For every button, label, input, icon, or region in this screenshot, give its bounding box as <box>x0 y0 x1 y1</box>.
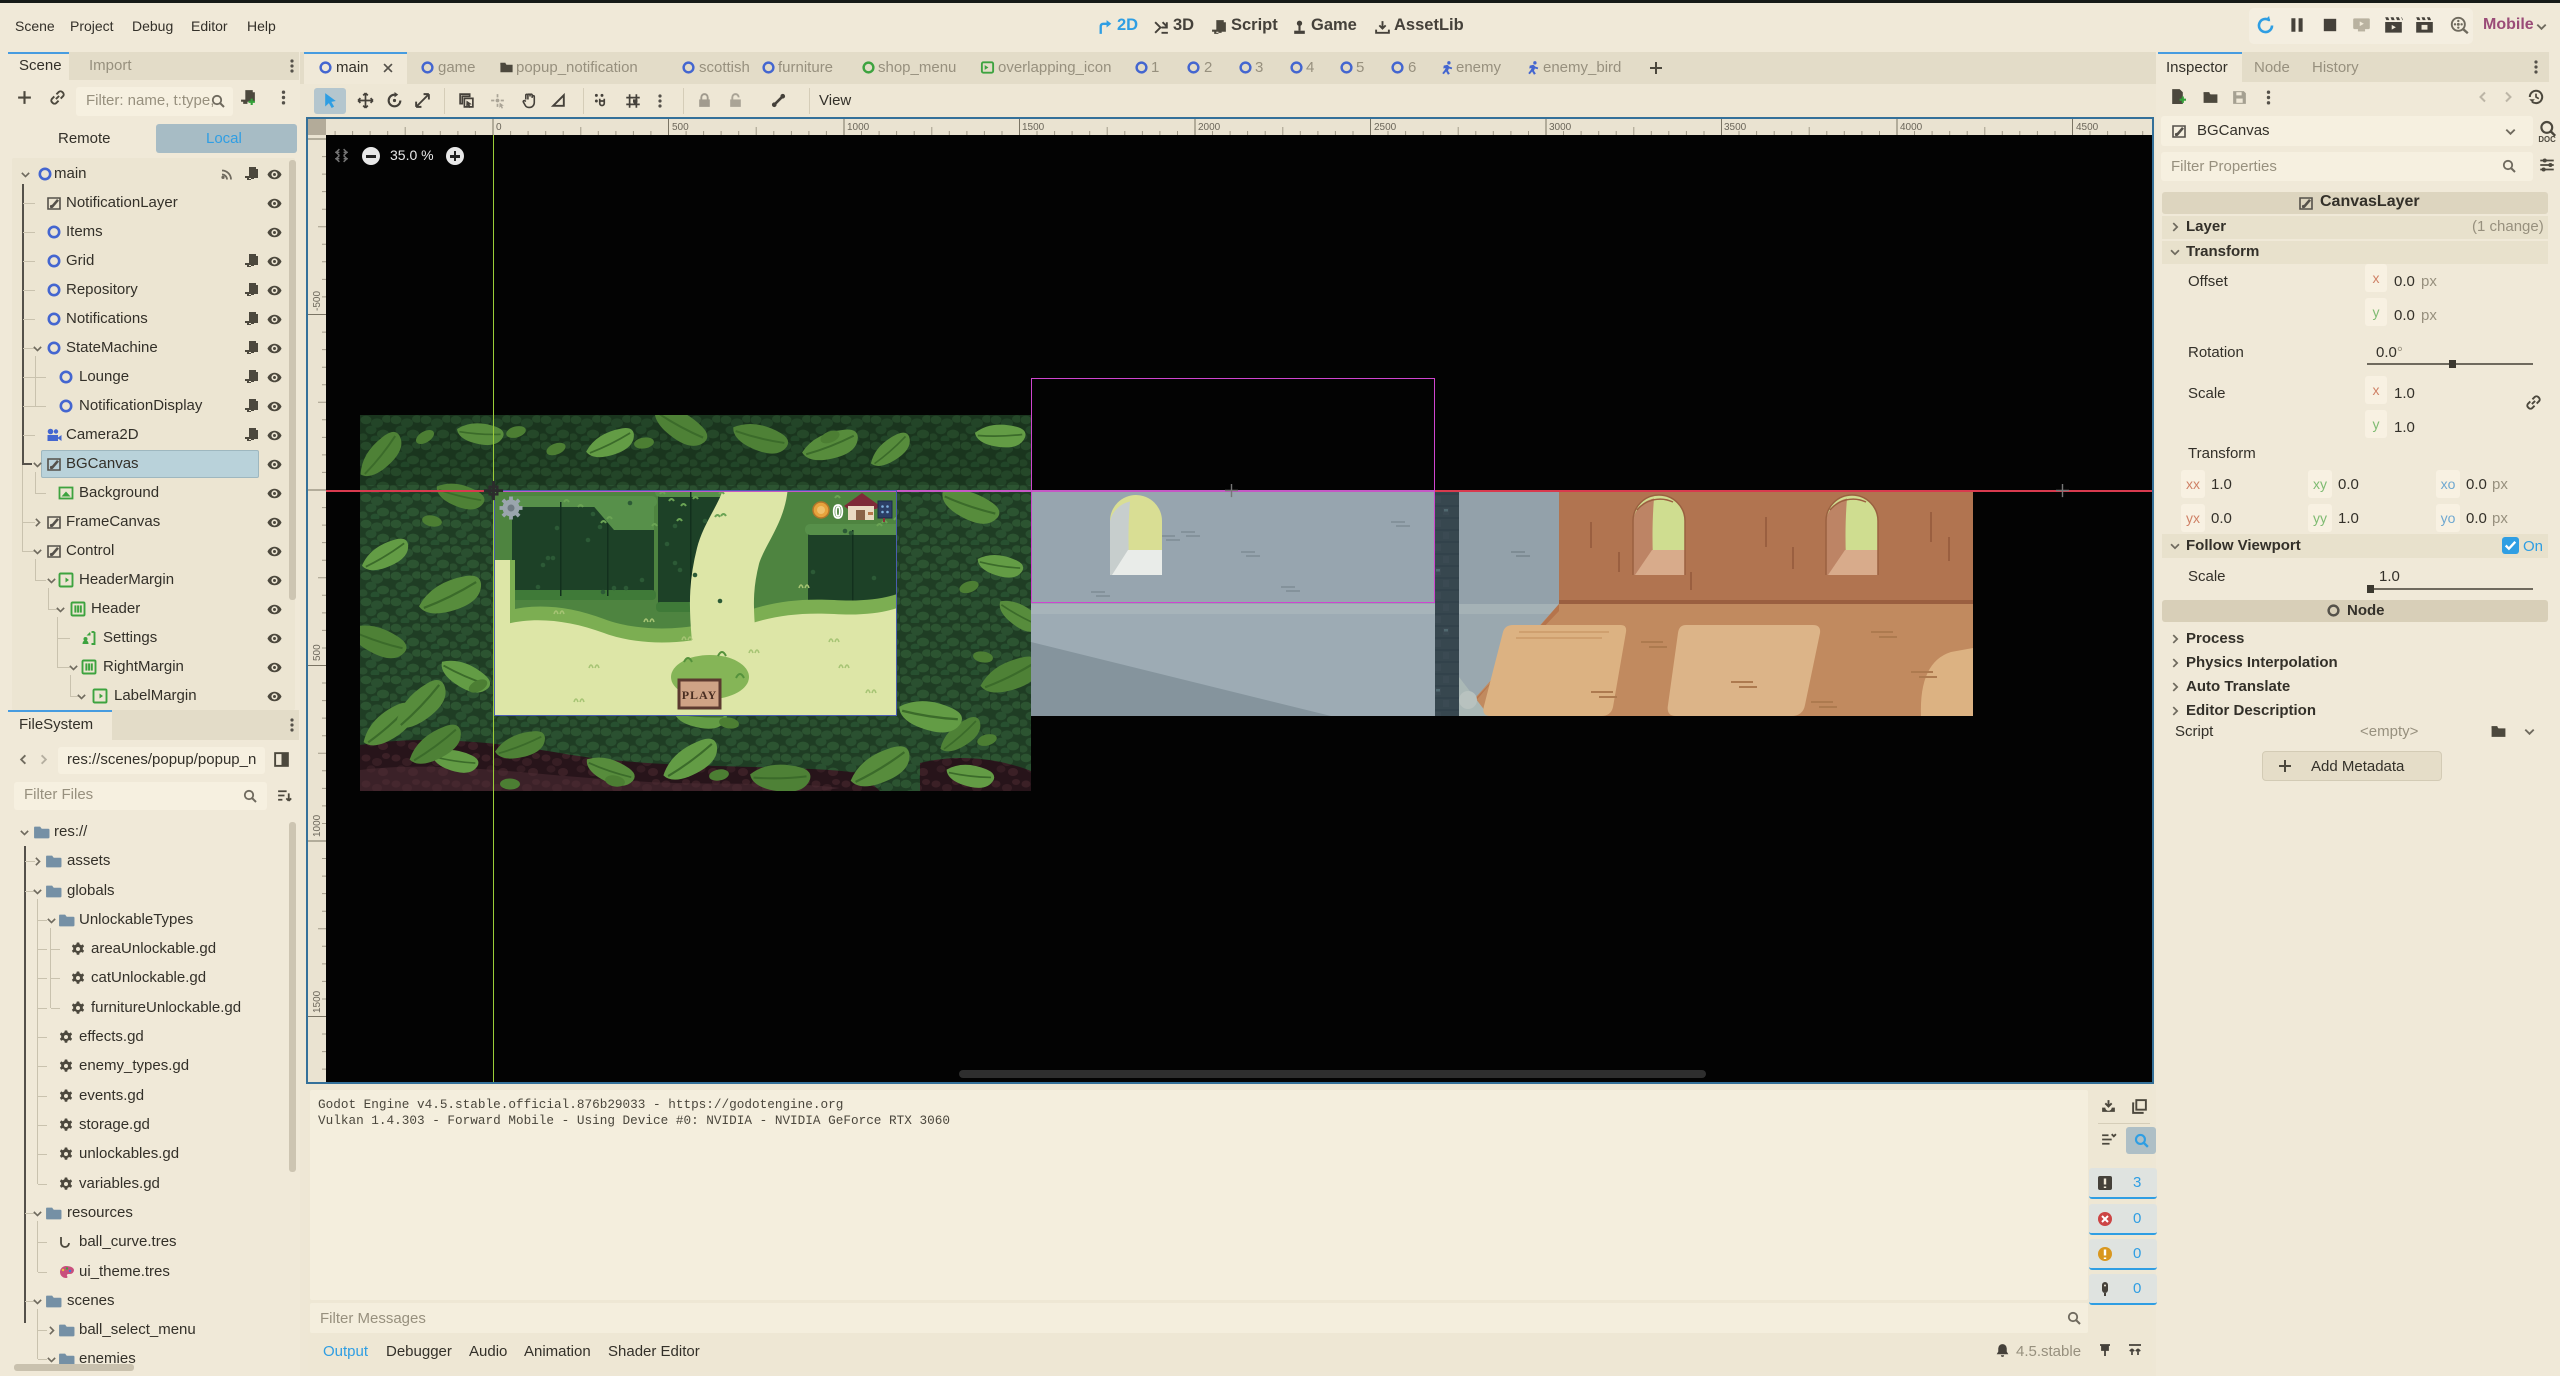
svg-text:1500: 1500 <box>312 990 323 1013</box>
svg-text:0: 0 <box>496 122 502 133</box>
svg-text:1500: 1500 <box>1022 122 1045 133</box>
svg-text:2000: 2000 <box>1198 122 1221 133</box>
svg-text:1000: 1000 <box>312 814 323 837</box>
svg-text:4000: 4000 <box>1900 122 1923 133</box>
svg-text:4500: 4500 <box>2076 122 2099 133</box>
svg-text:500: 500 <box>312 644 323 661</box>
svg-text:500: 500 <box>672 122 689 133</box>
svg-text:-500: -500 <box>312 291 323 311</box>
svg-text:3000: 3000 <box>1549 122 1572 133</box>
svg-text:3500: 3500 <box>1724 122 1747 133</box>
svg-text:1000: 1000 <box>847 122 870 133</box>
svg-text:2500: 2500 <box>1374 122 1397 133</box>
svg-text:DOC: DOC <box>2538 135 2556 144</box>
